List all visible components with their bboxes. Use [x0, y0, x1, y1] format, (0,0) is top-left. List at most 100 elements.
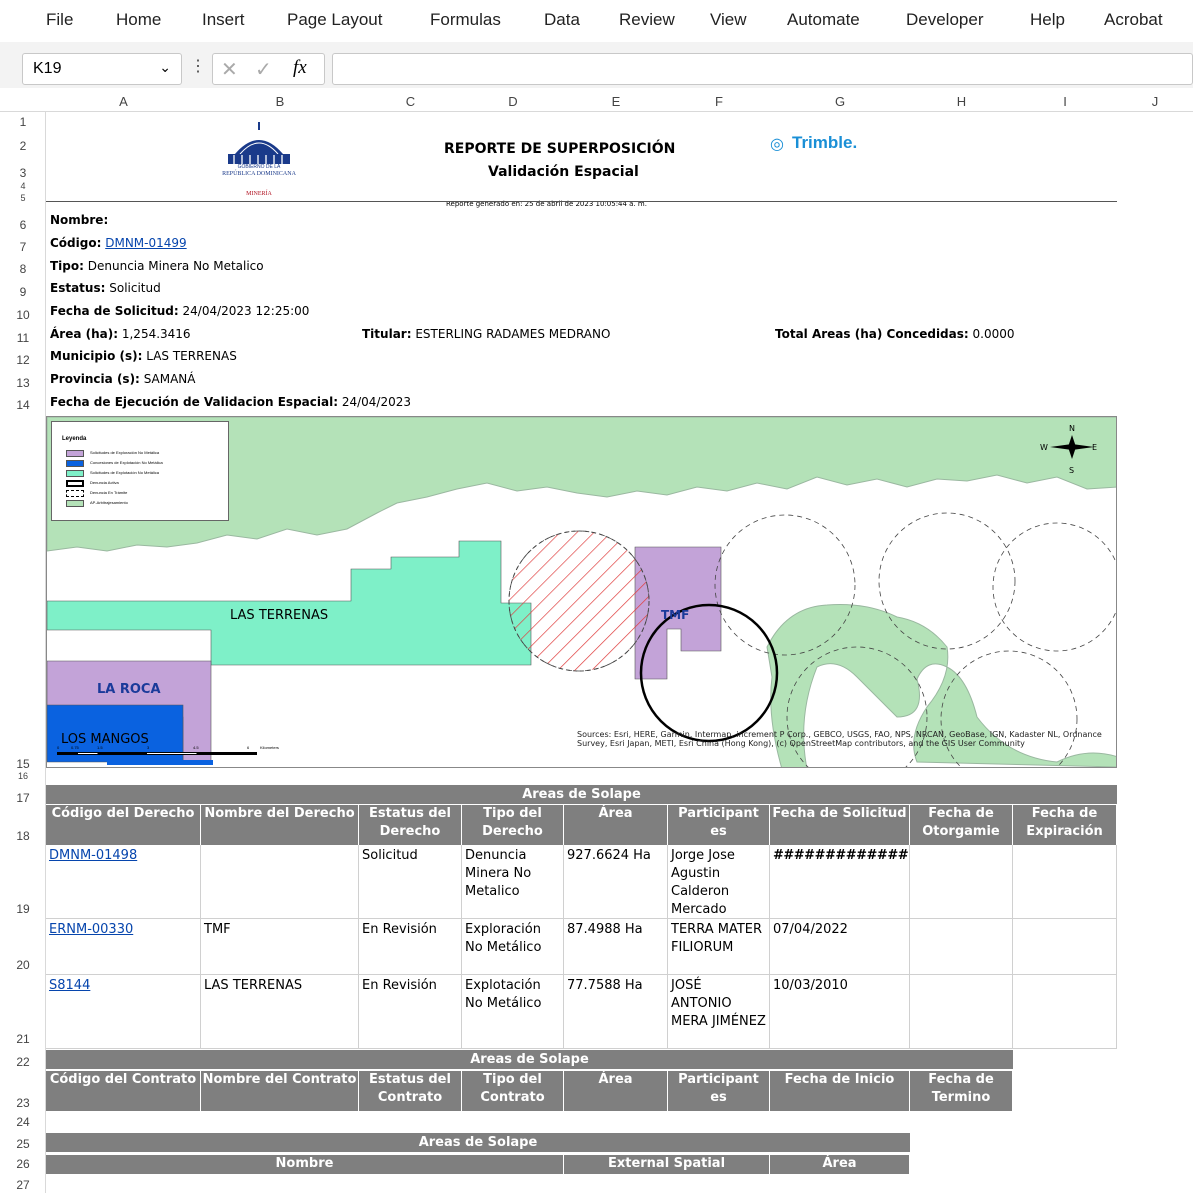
tab-view[interactable]: View — [710, 10, 747, 30]
tab-help[interactable]: Help — [1030, 10, 1065, 30]
confirm-icon[interactable]: ✓ — [255, 57, 272, 82]
row-header[interactable]: 7 — [0, 240, 46, 254]
tab-file[interactable]: File — [46, 10, 73, 30]
row-header[interactable]: 21 — [0, 1032, 46, 1046]
tab-formulas[interactable]: Formulas — [430, 10, 501, 30]
row-header[interactable]: 23 — [0, 1096, 46, 1110]
formula-input[interactable] — [332, 53, 1193, 85]
codigo-link[interactable]: DMNM-01499 — [105, 236, 186, 250]
chevron-down-icon[interactable]: ⌄ — [159, 59, 171, 76]
legend-item: Concesiones de Explotación No Metálica — [66, 459, 224, 469]
titular-value: ESTERLING RADAMES MEDRANO — [415, 327, 611, 341]
table-row-cell: S8144 — [46, 975, 201, 1049]
provincia-label: Provincia (s): — [50, 372, 140, 386]
table-row-cell: Explotación No Metálico — [462, 975, 564, 1049]
row-header[interactable]: 27 — [0, 1178, 46, 1192]
row-header[interactable]: 3 — [0, 166, 46, 180]
row-header[interactable]: 9 — [0, 285, 46, 299]
row-header[interactable]: 16 — [0, 771, 46, 781]
name-box[interactable]: K19 ⌄ — [22, 53, 182, 85]
row-header[interactable]: 22 — [0, 1055, 46, 1069]
table3-title: Areas de Solape — [46, 1133, 910, 1152]
table-row-cell: 927.6624 Ha — [564, 845, 668, 919]
legend-item: Solicitudes de Explotación No Metálica — [66, 469, 224, 479]
tab-page-layout[interactable]: Page Layout — [287, 10, 382, 30]
row-header[interactable]: 5 — [0, 193, 46, 203]
report-subtitle: Validación Espacial — [488, 164, 639, 180]
row-header[interactable]: 12 — [0, 353, 46, 367]
column-header-j[interactable]: J — [1117, 94, 1193, 109]
row-header[interactable]: 2 — [0, 139, 46, 153]
table-row-cell: JOSÉ ANTONIO MERA JIMÉNEZ — [668, 975, 770, 1049]
scale-graphic — [57, 752, 257, 755]
area-row: Área (ha): 1,254.3416 — [50, 327, 191, 341]
tab-automate[interactable]: Automate — [787, 10, 860, 30]
column-header-g[interactable]: G — [770, 94, 910, 109]
trimble-wordmark: Trimble. — [792, 133, 858, 152]
fecha-solicitud-row: Fecha de Solicitud: 24/04/2023 12:25:00 — [50, 304, 309, 318]
table-row-cell — [910, 975, 1013, 1049]
codigo-row: Código: DMNM-01499 — [50, 236, 187, 250]
row-header[interactable]: 19 — [0, 902, 46, 916]
row-header[interactable]: 18 — [0, 829, 46, 843]
table-row-cell: En Revisión — [359, 919, 462, 975]
column-header-c[interactable]: C — [359, 94, 462, 109]
table-row-cell — [201, 845, 359, 919]
tab-home[interactable]: Home — [116, 10, 161, 30]
row-header[interactable]: 17 — [0, 791, 46, 805]
row-header[interactable]: 1 — [0, 115, 46, 129]
row-header[interactable]: 26 — [0, 1157, 46, 1171]
legend-list: Solicitudes de Exploración No Metálica C… — [66, 449, 224, 509]
legend-item: Denuncia Activa — [66, 479, 224, 489]
tab-insert[interactable]: Insert — [202, 10, 245, 30]
hatched-overlap — [508, 530, 650, 672]
codigo-link[interactable]: S8144 — [49, 978, 90, 993]
row-header[interactable]: 8 — [0, 262, 46, 276]
row-header[interactable]: 14 — [0, 398, 46, 412]
table3-header: Área — [770, 1155, 910, 1174]
table2-header: Código del Contrato — [46, 1071, 201, 1111]
column-header-f[interactable]: F — [668, 94, 770, 109]
tipo-label: Tipo: — [50, 259, 84, 273]
tab-review[interactable]: Review — [619, 10, 675, 30]
gov-line-1: GOBIERNO DE LA — [237, 164, 281, 170]
row-header[interactable]: 6 — [0, 218, 46, 232]
codigo-link[interactable]: DMNM-01498 — [49, 848, 137, 863]
codigo-label: Código: — [50, 236, 102, 250]
codigo-link[interactable]: ERNM-00330 — [49, 922, 133, 937]
more-options-icon[interactable]: ⋮ — [190, 56, 206, 76]
insert-function-icon[interactable]: fx — [293, 57, 307, 79]
row-header[interactable]: 10 — [0, 308, 46, 322]
cancel-icon[interactable]: ✕ — [221, 57, 238, 82]
row-header[interactable]: 20 — [0, 958, 46, 972]
row-header[interactable]: 24 — [0, 1115, 46, 1129]
tab-data[interactable]: Data — [544, 10, 580, 30]
table2-header: Fecha de Termino — [910, 1071, 1013, 1111]
row-header[interactable]: 15 — [0, 757, 46, 771]
column-header-d[interactable]: D — [462, 94, 564, 109]
column-header-a[interactable]: A — [46, 94, 201, 109]
nombre-label: Nombre: — [50, 213, 109, 227]
table-row-cell: DMNM-01498 — [46, 845, 201, 919]
table1-header: Área — [564, 805, 668, 845]
column-header-e[interactable]: E — [564, 94, 668, 109]
table-row-cell: Denuncia Minera No Metalico — [462, 845, 564, 919]
row-header[interactable]: 13 — [0, 376, 46, 390]
table1-header: Nombre del Derecho — [201, 805, 359, 845]
row-header[interactable]: 25 — [0, 1137, 46, 1151]
table-row-cell — [1013, 919, 1117, 975]
tab-developer[interactable]: Developer — [906, 10, 984, 30]
table2-title: Areas de Solape — [46, 1050, 1013, 1069]
map[interactable]: LAS TERRENAS TMF LA ROCA LOS MANGOS N W … — [46, 416, 1117, 768]
table-row-cell — [1013, 975, 1117, 1049]
table3-header: Nombre — [46, 1155, 564, 1174]
row-header[interactable]: 4 — [0, 181, 46, 191]
column-header-h[interactable]: H — [910, 94, 1013, 109]
table-row-cell: ############## — [770, 845, 910, 919]
tab-acrobat[interactable]: Acrobat — [1104, 10, 1163, 30]
total-label: Total Areas (ha) Concedidas: — [775, 327, 969, 341]
provincia-row: Provincia (s): SAMANÁ — [50, 372, 195, 386]
row-header[interactable]: 11 — [0, 331, 46, 345]
column-header-b[interactable]: B — [201, 94, 359, 109]
column-header-i[interactable]: I — [1013, 94, 1117, 109]
